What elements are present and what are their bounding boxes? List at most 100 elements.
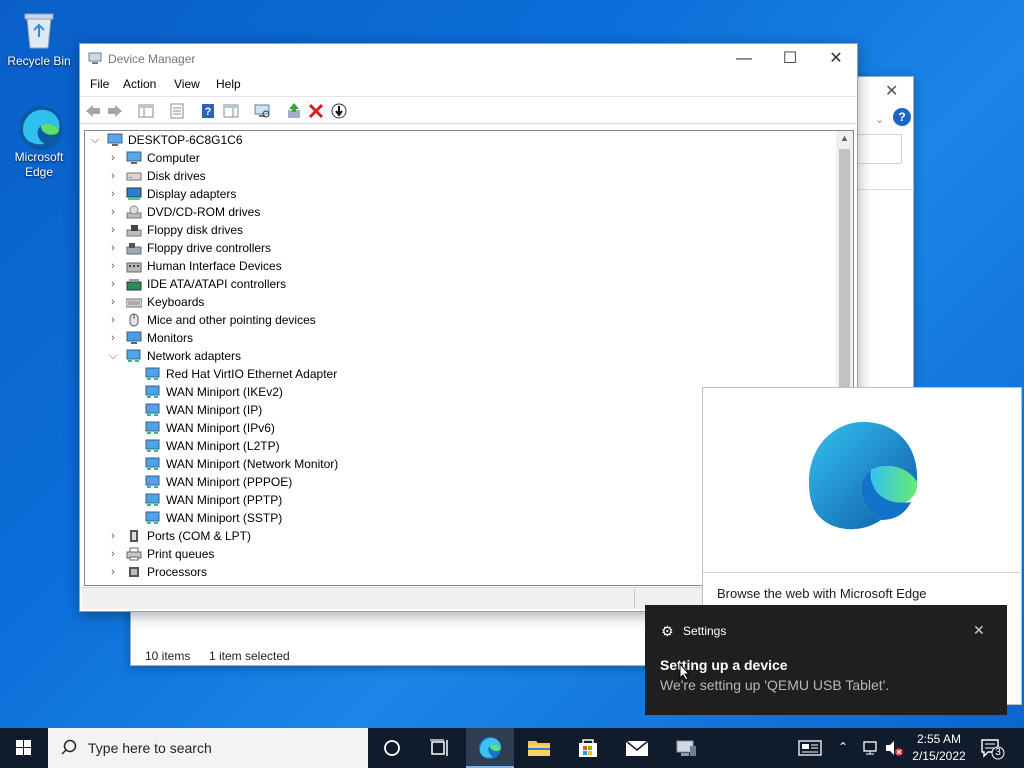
processor-icon [126,565,142,579]
network-adapter-icon [145,385,161,399]
forward-arrow-icon[interactable] [106,102,124,120]
scan-hardware-icon[interactable] [253,102,271,120]
minimize-button[interactable]: — [721,44,767,74]
news-icon[interactable] [798,738,822,761]
chevron-right-icon[interactable]: › [107,527,119,545]
chevron-right-icon[interactable]: › [107,167,119,185]
taskbar-store[interactable] [564,728,612,768]
disk-drive-icon [126,169,142,183]
tree-category-label: Disk drives [147,169,206,183]
status-separator [634,590,635,608]
cortana-button[interactable] [368,728,416,768]
dvd-drive-icon [126,205,142,219]
edge-icon [17,104,63,150]
tree-device-label: WAN Miniport (SSTP) [166,511,283,525]
chevron-right-icon[interactable]: › [107,563,119,581]
chevron-right-icon[interactable]: › [107,545,119,563]
enable-device-icon[interactable] [330,102,348,120]
edge-logo-icon [801,416,925,540]
clock-time[interactable]: 2:55 AM [908,732,970,746]
status-selected-count: 1 item selected [209,649,290,663]
chevron-right-icon[interactable]: › [107,185,119,203]
scroll-thumb[interactable] [839,149,850,403]
network-adapter-icon [145,475,161,489]
network-adapter-icon [126,349,142,363]
desktop-icon-recycle-bin[interactable]: Recycle Bin [4,8,74,69]
volume-muted-icon[interactable] [884,739,904,760]
desktop-icon-edge[interactable]: Microsoft Edge [4,104,74,180]
chevron-right-icon[interactable]: › [107,239,119,257]
tree-category-label: IDE ATA/ATAPI controllers [147,277,287,291]
chevron-right-icon[interactable]: › [107,293,119,311]
status-item-count: 10 items [145,649,191,663]
chevron-right-icon[interactable]: › [107,221,119,239]
tree-category-label: Human Interface Devices [147,259,282,273]
tree-device-label: WAN Miniport (IP) [166,403,263,417]
tree-device-label: WAN Miniport (IKEv2) [166,385,283,399]
keyboard-icon [125,295,143,309]
chevron-up-icon[interactable]: ⌃ [838,740,848,754]
maximize-button[interactable]: ☐ [767,44,813,74]
taskbar-file-explorer[interactable] [515,728,563,768]
hid-icon [126,259,142,273]
chevron-down-icon[interactable]: ⌵ [89,131,101,149]
search-placeholder: Type here to search [88,740,212,756]
display-adapter-icon [126,187,142,201]
search-field[interactable] [856,134,902,164]
gear-icon: ⚙ [661,623,674,639]
folder-icon [528,741,550,756]
tree-category-label: Computer [147,151,200,165]
network-adapter-icon [145,439,161,453]
chevron-down-icon[interactable]: ⌄ [875,113,884,126]
notification-toast[interactable]: ⚙ Settings ✕ Setting up a device We're s… [645,605,1007,715]
properties-icon[interactable] [168,102,186,120]
action-pane-icon[interactable] [222,102,240,120]
network-icon[interactable] [862,739,880,760]
menu-action[interactable]: Action [123,77,156,91]
mouse-cursor-icon [679,662,691,684]
help-icon[interactable]: ? [199,102,217,120]
network-adapter-icon [145,493,161,507]
back-arrow-icon[interactable] [84,102,102,120]
close-icon[interactable]: ✕ [885,81,898,101]
taskbar-search-box[interactable]: Type here to search [48,728,368,768]
uninstall-device-icon[interactable] [307,102,325,120]
svg-text:?: ? [205,106,212,118]
chevron-right-icon[interactable]: › [107,311,119,329]
menu-file[interactable]: File [90,77,109,91]
monitor-icon [126,331,142,345]
device-manager-icon [88,51,102,65]
toast-app-name: Settings [683,624,727,638]
chevron-right-icon[interactable]: › [107,149,119,167]
divider [856,189,914,190]
chevron-right-icon[interactable]: › [107,275,119,293]
start-button[interactable] [0,728,48,768]
close-button[interactable]: ✕ [813,44,859,74]
tree-device-label: WAN Miniport (L2TP) [166,439,280,453]
tree-device-label: WAN Miniport (IPv6) [166,421,275,435]
menu-view[interactable]: View [174,77,200,91]
taskbar-edge[interactable] [466,728,514,768]
taskbar-mail[interactable] [613,728,661,768]
tree-category-label: Floppy disk drives [147,223,244,237]
show-hide-console-tree-icon[interactable] [137,102,155,120]
chevron-right-icon[interactable]: › [107,203,119,221]
scroll-up-icon[interactable]: ▲ [836,133,853,143]
clock-date[interactable]: 2/15/2022 [908,749,970,763]
chevron-down-icon[interactable]: ⌵ [107,347,119,365]
taskbar-device-manager[interactable] [662,728,710,768]
menu-bar: File Action View Help [80,74,857,96]
network-adapter-icon [145,403,161,417]
menu-help[interactable]: Help [216,77,241,91]
close-icon[interactable]: ✕ [973,622,985,639]
update-driver-icon[interactable] [285,102,303,120]
task-view-button[interactable] [416,728,464,768]
title-bar[interactable]: Device Manager — ☐ ✕ [80,44,857,74]
chevron-right-icon[interactable]: › [107,257,119,275]
chevron-right-icon[interactable]: › [107,329,119,347]
help-icon[interactable]: ? [893,108,911,126]
tree-category-label: Mice and other pointing devices [147,313,316,327]
floppy-controller-icon [126,241,142,255]
network-adapter-icon [145,367,161,381]
network-adapter-icon [145,457,161,471]
